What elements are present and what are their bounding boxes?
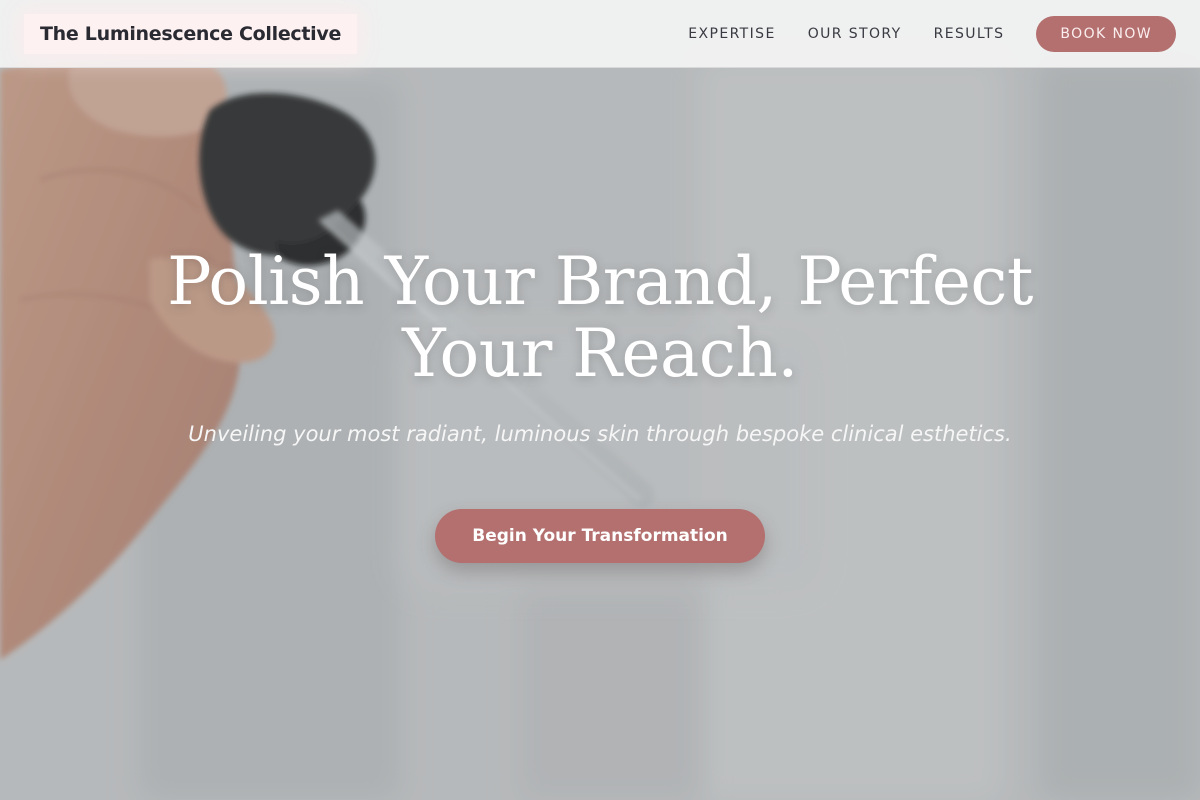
brand-logo[interactable]: The Luminescence Collective	[24, 14, 358, 54]
hero-section	[0, 0, 1200, 800]
hero-headline: Polish Your Brand, Perfect Your Reach.	[167, 243, 1033, 392]
book-now-button[interactable]: BOOK NOW	[1036, 16, 1176, 52]
top-navigation-bar: The Luminescence Collective EXPERTISE OU…	[0, 0, 1200, 68]
begin-transformation-button[interactable]: Begin Your Transformation	[435, 509, 765, 563]
hero-subheadline: Unveiling your most radiant, luminous sk…	[188, 422, 1012, 446]
nav-link-expertise[interactable]: EXPERTISE	[688, 26, 775, 42]
nav-link-results[interactable]: RESULTS	[934, 26, 1005, 42]
nav-links: EXPERTISE OUR STORY RESULTS BOOK NOW	[688, 16, 1176, 52]
nav-link-our-story[interactable]: OUR STORY	[808, 26, 902, 42]
hero-overlay	[0, 0, 1200, 800]
